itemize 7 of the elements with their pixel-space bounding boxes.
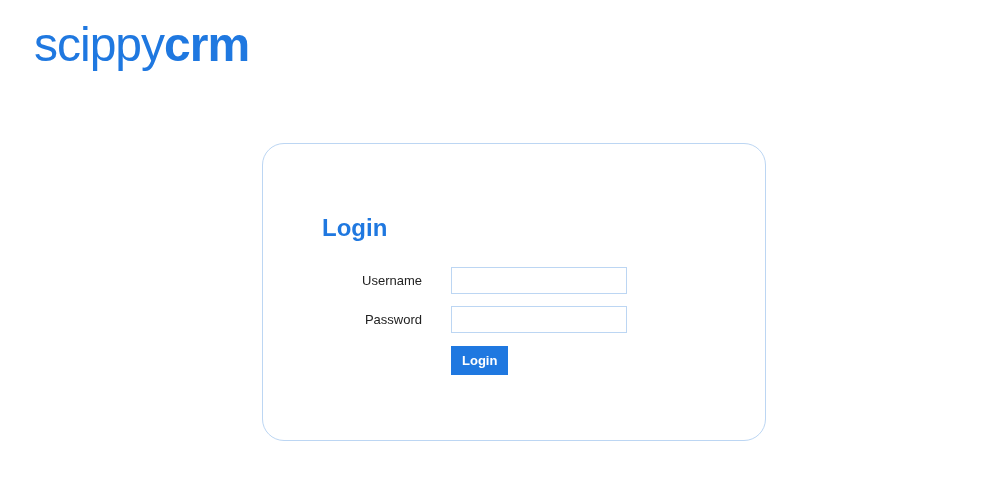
logo: scippycrm bbox=[34, 18, 250, 72]
input-field[interactable] bbox=[451, 306, 627, 333]
login-title: Login bbox=[322, 214, 388, 242]
field-label: Password bbox=[364, 312, 422, 327]
login-button[interactable]: Login bbox=[451, 346, 509, 375]
input-field[interactable] bbox=[451, 267, 627, 294]
field-label: Username bbox=[362, 273, 422, 288]
